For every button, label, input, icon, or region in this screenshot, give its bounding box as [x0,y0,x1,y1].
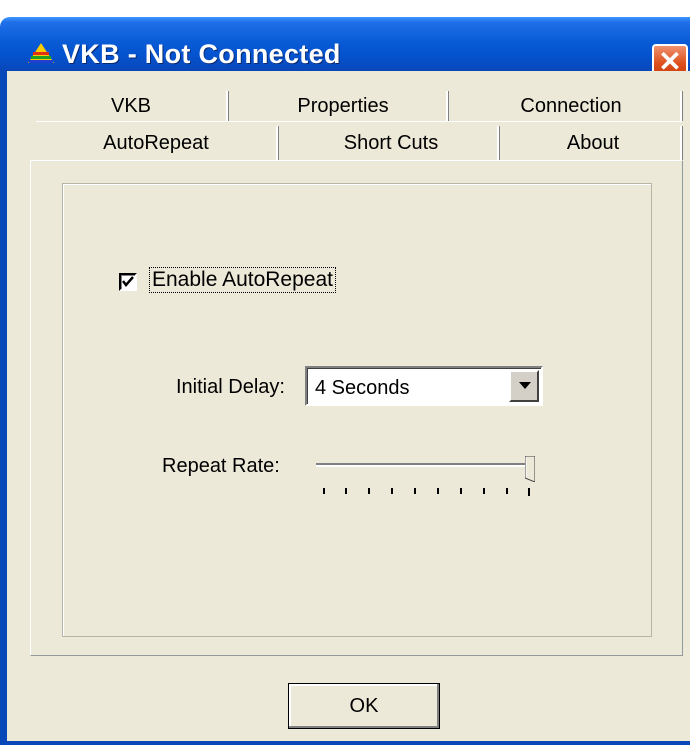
enable-autorepeat-checkbox[interactable] [119,273,137,291]
window-title: VKB - Not Connected [62,39,341,69]
chevron-down-icon [519,382,531,389]
ok-button[interactable]: OK [288,683,440,729]
repeat-rate-slider-track[interactable] [316,463,530,467]
autorepeat-groupbox [62,183,652,637]
vkb-triangle-icon [28,43,54,63]
check-icon [122,276,134,287]
repeat-rate-label: Repeat Rate: [162,455,280,477]
enable-autorepeat-label[interactable]: Enable AutoRepeat [149,267,336,293]
tab-divider [226,91,229,121]
tab-connection[interactable]: Connection [460,91,682,121]
tab-about[interactable]: About [505,126,681,160]
tab-divider [497,126,500,160]
tab-row-divider [36,121,682,122]
tab-divider [276,126,279,160]
tab-divider [680,126,683,160]
tab-divider [680,91,683,121]
title-bar[interactable]: VKB - Not Connected ✕ [0,17,690,80]
window-bottom-border [0,741,690,745]
repeat-rate-slider-thumb[interactable] [525,456,535,482]
tab-divider [446,91,449,121]
tab-short-cuts[interactable]: Short Cuts [284,126,498,160]
initial-delay-label: Initial Delay: [176,376,285,398]
vkb-dialog-window: VKB - Not Connected ✕ VKB Properties Con… [0,0,690,745]
initial-delay-value: 4 Seconds [315,377,410,399]
dropdown-button[interactable] [509,370,539,402]
tab-properties[interactable]: Properties [240,91,446,121]
initial-delay-select[interactable]: 4 Seconds [305,366,543,406]
tab-autorepeat[interactable]: AutoRepeat [34,126,278,160]
repeat-rate-ticks [323,488,530,496]
tab-vkb[interactable]: VKB [36,91,226,121]
